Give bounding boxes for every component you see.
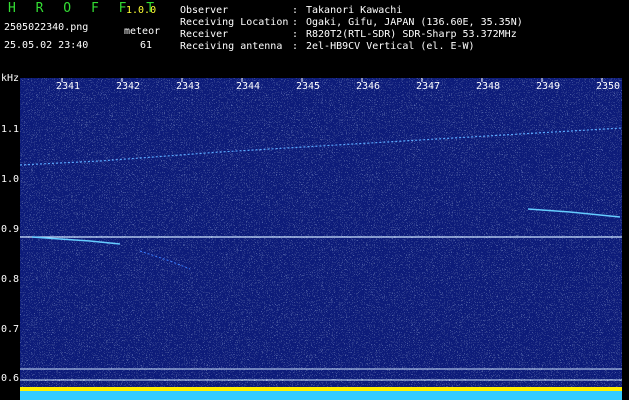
receiver-value: R820T2(RTL-SDR) SDR-Sharp 53.372MHz	[306, 29, 517, 40]
x-tick-label: 2344	[236, 81, 261, 92]
filename-label: 2505022340.png	[4, 22, 89, 33]
y-tick-label: 0.6	[1, 373, 20, 384]
receiver-sep: :	[292, 29, 299, 40]
x-tick-label: 2350	[596, 81, 621, 92]
x-tick-label: 2346	[356, 81, 381, 92]
x-tick-label: 2349	[536, 81, 561, 92]
y-tick-label: 0.7	[1, 324, 20, 335]
datetime-label: 25.05.02 23:40	[4, 40, 89, 51]
observer-value: Takanori Kawachi	[306, 5, 403, 16]
yellow-band	[20, 387, 622, 391]
app-version: 1.0.0	[126, 5, 157, 16]
receiver-label: Receiver	[180, 29, 229, 40]
meteor-label: meteor	[124, 26, 161, 37]
spectrogram	[20, 78, 622, 400]
antenna-label: Receiving antenna	[180, 41, 283, 52]
location-sep: :	[292, 17, 299, 28]
right-margin	[622, 78, 629, 400]
y-tick-label: 1.0	[1, 174, 20, 185]
y-tick-label: 0.9	[1, 224, 20, 235]
antenna-value: 2el-HB9CV Vertical (el. E-W)	[306, 41, 475, 52]
y-unit-label: kHz	[1, 73, 20, 84]
meteor-count: 61	[140, 40, 153, 51]
location-label: Receiving Location	[180, 17, 289, 28]
bottom-band	[20, 391, 622, 400]
x-tick-label: 2345	[296, 81, 321, 92]
x-tick-label: 2341	[56, 81, 81, 92]
header-panel: H R O F F T 1.0.0 2505022340.png meteor …	[0, 0, 629, 78]
antenna-sep: :	[292, 41, 299, 52]
location-value: Ogaki, Gifu, JAPAN (136.60E, 35.35N)	[306, 17, 523, 28]
x-tick-label: 2343	[176, 81, 201, 92]
y-tick-label: 1.1	[1, 124, 20, 135]
x-tick-label: 2347	[416, 81, 441, 92]
noise-layer	[20, 78, 622, 400]
x-tick-label: 2342	[116, 81, 141, 92]
x-tick-label: 2348	[476, 81, 501, 92]
observer-label: Observer	[180, 5, 229, 16]
observer-sep: :	[292, 5, 299, 16]
y-tick-label: 0.8	[1, 274, 20, 285]
